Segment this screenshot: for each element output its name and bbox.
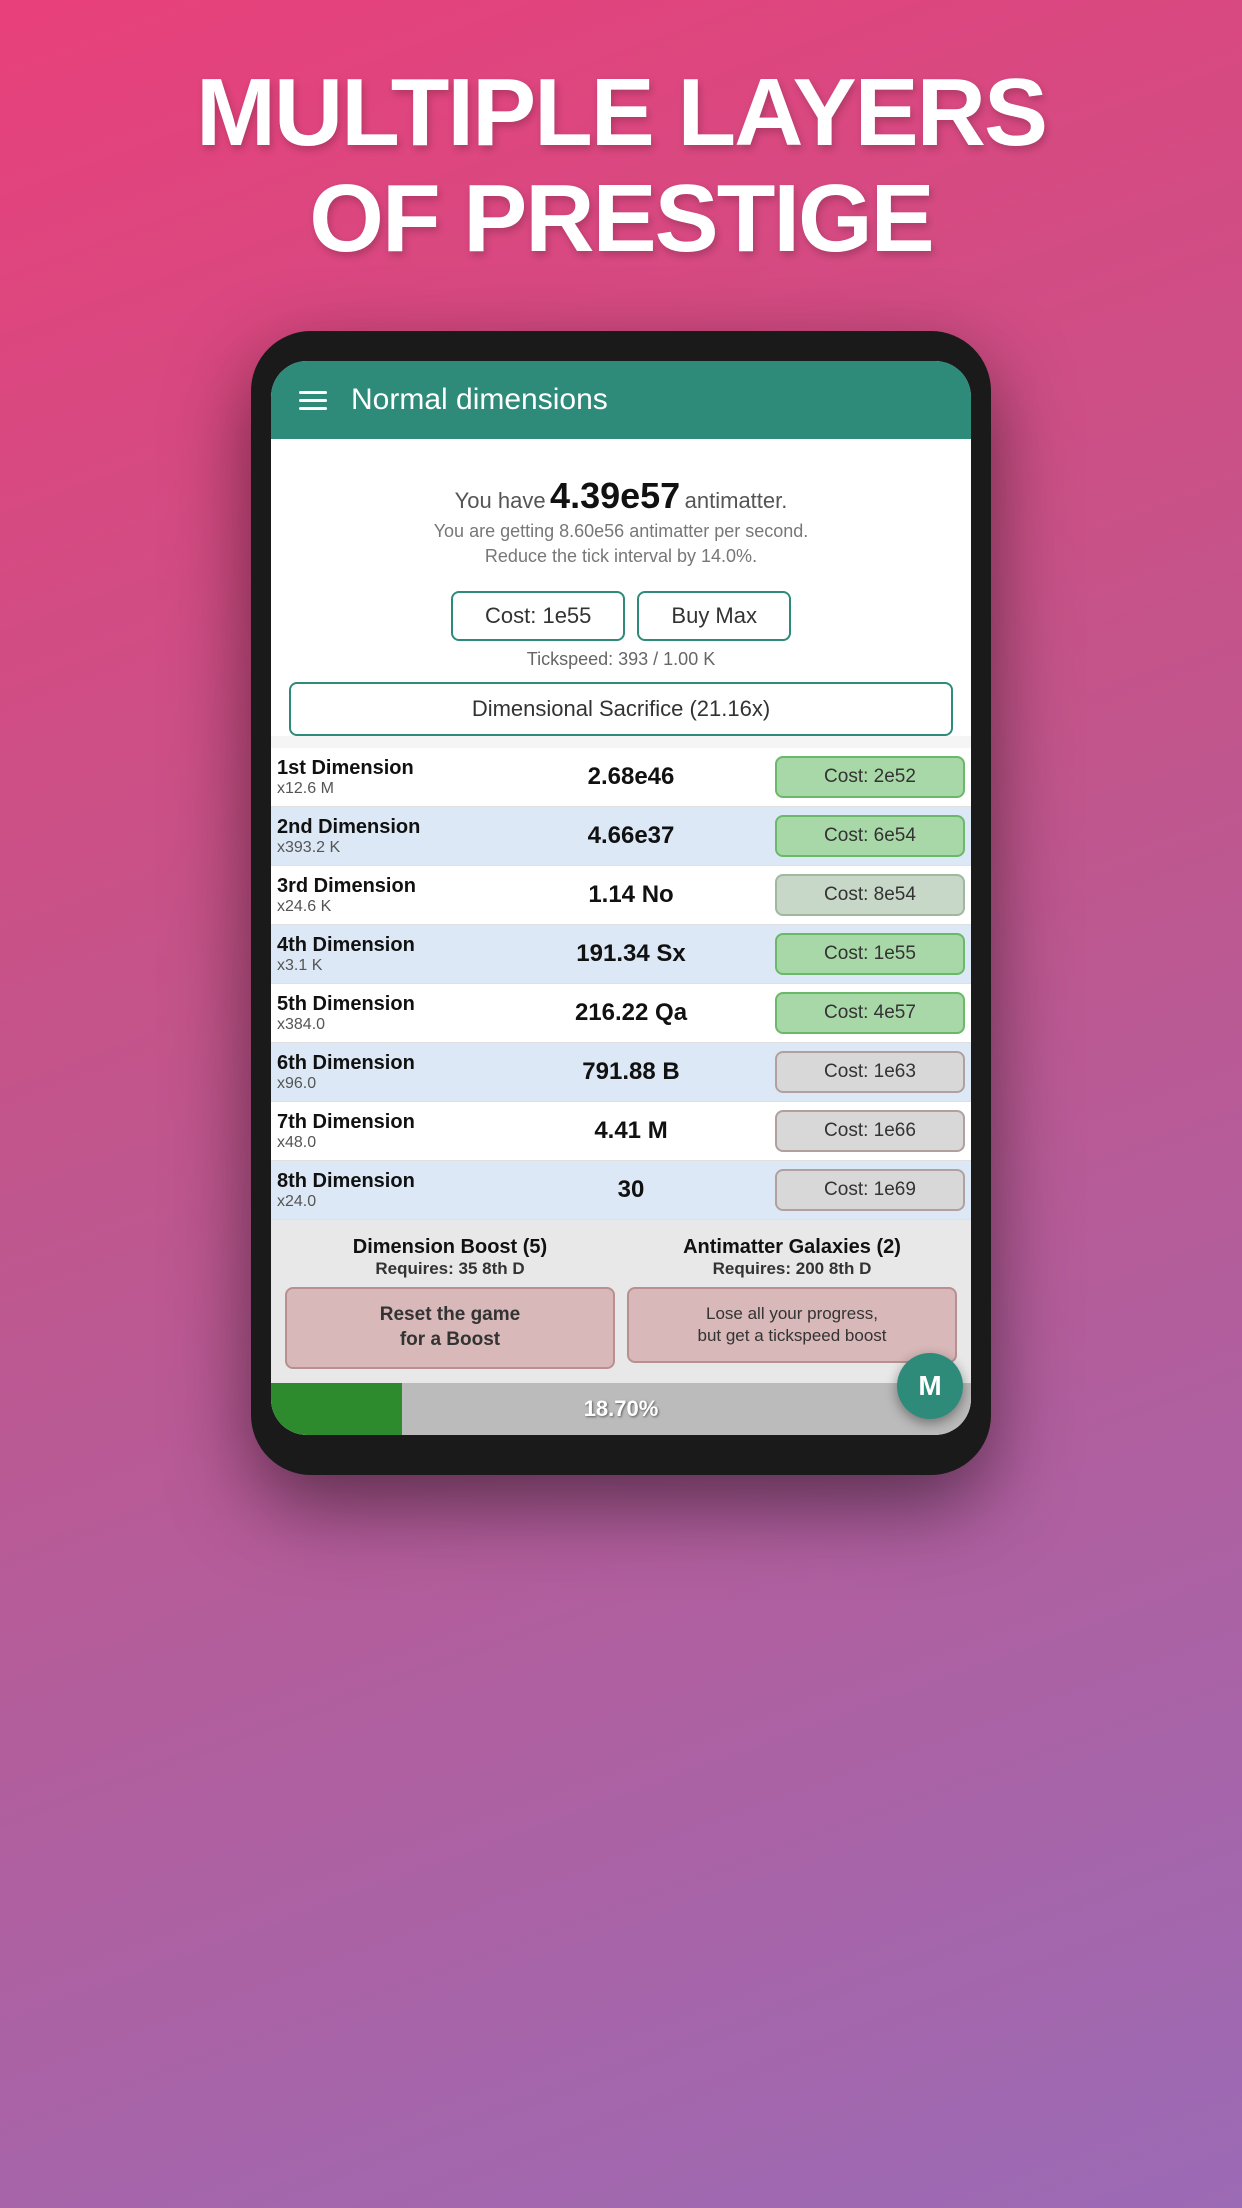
galaxies-title: Antimatter Galaxies (2)	[627, 1236, 957, 1259]
boost-reset-button[interactable]: Reset the game for a Boost	[285, 1287, 615, 1368]
progress-bar-container: 18.70%	[271, 1383, 971, 1435]
table-row: 6th Dimensionx96.0791.88 B Cost: 1e63	[271, 1043, 971, 1102]
dim-multiplier: x384.0	[277, 1016, 497, 1034]
dim-buy-button[interactable]: Cost: 1e63	[775, 1051, 965, 1093]
table-row: 1st Dimensionx12.6 M2.68e46 Cost: 2e52	[271, 748, 971, 807]
antimatter-per-second: You are getting 8.60e56 antimatter per s…	[289, 521, 953, 542]
dim-amount: 216.22 Qa	[497, 999, 765, 1027]
app-bar: Normal dimensions	[271, 361, 971, 439]
dim-multiplier: x24.0	[277, 1193, 497, 1211]
galaxies-req: Requires: 200 8th D	[627, 1259, 957, 1279]
table-row: 5th Dimensionx384.0216.22 Qa Cost: 4e57	[271, 984, 971, 1043]
dim-name: 1st Dimension	[277, 757, 497, 780]
dim-amount: 4.66e37	[497, 822, 765, 850]
boost-col: Dimension Boost (5) Requires: 35 8th D R…	[285, 1236, 615, 1368]
dim-amount: 191.34 Sx	[497, 940, 765, 968]
dim-buy-button[interactable]: Cost: 1e69	[775, 1169, 965, 1211]
dim-buy-button[interactable]: Cost: 4e57	[775, 992, 965, 1034]
dim-multiplier: x96.0	[277, 1075, 497, 1093]
galaxies-col: Antimatter Galaxies (2) Requires: 200 8t…	[627, 1236, 957, 1368]
dim-multiplier: x48.0	[277, 1134, 497, 1152]
dim-buy-button[interactable]: Cost: 2e52	[775, 756, 965, 798]
prestige-row: Dimension Boost (5) Requires: 35 8th D R…	[285, 1236, 957, 1368]
dim-name: 5th Dimension	[277, 993, 497, 1016]
dim-name: 6th Dimension	[277, 1052, 497, 1075]
app-title: Normal dimensions	[351, 383, 608, 417]
dimensions-container: 1st Dimensionx12.6 M2.68e46 Cost: 2e52 2nd…	[271, 748, 971, 1220]
dim-buy-button[interactable]: Cost: 8e54	[775, 874, 965, 916]
dim-name: 2nd Dimension	[277, 816, 497, 839]
dim-buy-button[interactable]: Cost: 1e66	[775, 1110, 965, 1152]
dim-buy-button[interactable]: Cost: 1e55	[775, 933, 965, 975]
antimatter-section: You have 4.39e57 antimatter. You are get…	[289, 459, 953, 577]
progress-label: 18.70%	[271, 1396, 971, 1422]
dim-amount: 2.68e46	[497, 763, 765, 791]
app-screen: Normal dimensions You have 4.39e57 antim…	[271, 361, 971, 1434]
galaxies-button[interactable]: Lose all your progress, but get a ticksp…	[627, 1287, 957, 1363]
dim-multiplier: x393.2 K	[277, 839, 497, 857]
table-row: 2nd Dimensionx393.2 K4.66e37 Cost: 6e54	[271, 807, 971, 866]
boost-title: Dimension Boost (5)	[285, 1236, 615, 1259]
dim-name: 8th Dimension	[277, 1170, 497, 1193]
page-headline: MULTIPLE LAYERS OF PRESTIGE	[196, 60, 1046, 271]
dim-amount: 1.14 No	[497, 881, 765, 909]
buy-tickspeed-button[interactable]: Cost: 1e55	[451, 591, 625, 641]
table-row: 4th Dimensionx3.1 K191.34 Sx Cost: 1e55	[271, 925, 971, 984]
dim-multiplier: x12.6 M	[277, 780, 497, 798]
tickspeed-buttons: Cost: 1e55 Buy Max	[289, 591, 953, 641]
dim-name: 4th Dimension	[277, 934, 497, 957]
prestige-section: Dimension Boost (5) Requires: 35 8th D R…	[271, 1220, 971, 1382]
dim-name: 3rd Dimension	[277, 875, 497, 898]
hamburger-menu[interactable]	[299, 391, 327, 410]
dim-name: 7th Dimension	[277, 1111, 497, 1134]
dim-amount: 4.41 M	[497, 1117, 765, 1145]
sacrifice-button[interactable]: Dimensional Sacrifice (21.16x)	[289, 682, 953, 736]
tickspeed-info: Tickspeed: 393 / 1.00 K	[289, 649, 953, 670]
dim-buy-button[interactable]: Cost: 6e54	[775, 815, 965, 857]
main-content: You have 4.39e57 antimatter. You are get…	[271, 439, 971, 736]
fab-button[interactable]: M	[897, 1353, 963, 1419]
antimatter-tick-info: Reduce the tick interval by 14.0%.	[289, 546, 953, 567]
dim-multiplier: x3.1 K	[277, 957, 497, 975]
phone-mockup: Normal dimensions You have 4.39e57 antim…	[251, 331, 991, 1474]
table-row: 3rd Dimensionx24.6 K1.14 No Cost: 8e54	[271, 866, 971, 925]
buy-max-button[interactable]: Buy Max	[637, 591, 791, 641]
boost-req: Requires: 35 8th D	[285, 1259, 615, 1279]
dim-amount: 30	[497, 1176, 765, 1204]
antimatter-line1: You have 4.39e57 antimatter.	[289, 475, 953, 517]
table-row: 8th Dimensionx24.030 Cost: 1e69	[271, 1161, 971, 1220]
dim-amount: 791.88 B	[497, 1058, 765, 1086]
dim-multiplier: x24.6 K	[277, 898, 497, 916]
table-row: 7th Dimensionx48.04.41 M Cost: 1e66	[271, 1102, 971, 1161]
